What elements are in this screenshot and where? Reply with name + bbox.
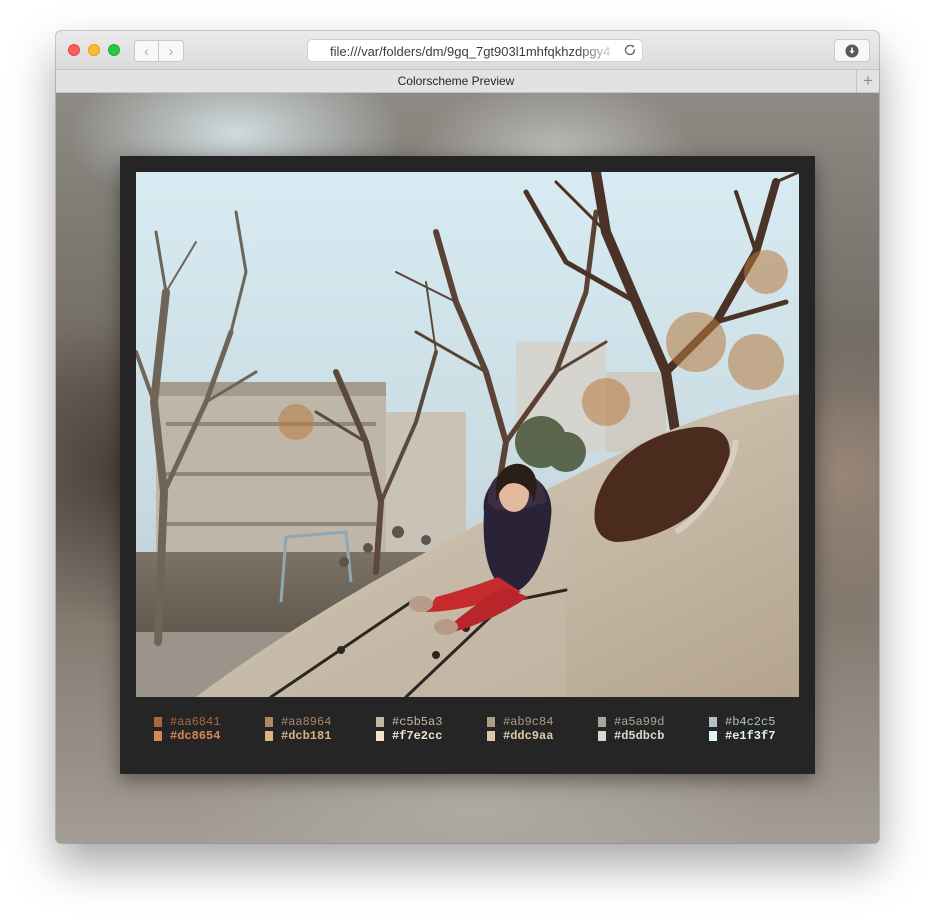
preview-panel: #aa6841 #dc8654 #aa8964 #dcb181 #c5b5a3 … — [120, 156, 815, 774]
palette-column: #c5b5a3 #f7e2cc — [376, 715, 476, 743]
page-content: #aa6841 #dc8654 #aa8964 #dcb181 #c5b5a3 … — [56, 93, 879, 843]
palette-column: #a5a99d #d5dbcb — [598, 715, 698, 743]
color-hex: #ddc9aa — [503, 729, 554, 743]
chevron-right-icon: › — [168, 43, 174, 59]
color-hex: #f7e2cc — [392, 729, 443, 743]
minimize-window-button[interactable] — [88, 44, 100, 56]
palette-bright-item: #e1f3f7 — [709, 729, 809, 743]
color-hex: #c5b5a3 — [392, 715, 443, 729]
new-tab-button[interactable]: + — [856, 70, 879, 92]
color-swatch — [709, 731, 717, 741]
palette-normal-item: #ab9c84 — [487, 715, 587, 729]
plus-icon: + — [863, 71, 873, 90]
tab-bar: Colorscheme Preview + — [56, 70, 879, 93]
palette-column: #b4c2c5 #e1f3f7 — [709, 715, 809, 743]
color-swatch — [709, 717, 717, 727]
zoom-window-button[interactable] — [108, 44, 120, 56]
color-hex: #aa6841 — [170, 715, 221, 729]
palette-column: #aa8964 #dcb181 — [265, 715, 365, 743]
tab-title[interactable]: Colorscheme Preview — [56, 74, 856, 88]
color-swatch — [154, 731, 162, 741]
color-hex: #dc8654 — [170, 729, 221, 743]
palette-bright-item: #f7e2cc — [376, 729, 476, 743]
close-window-button[interactable] — [68, 44, 80, 56]
palette-column: #aa6841 #dc8654 — [154, 715, 254, 743]
title-bar: ‹ › file:///var/folders/dm/9gq_7gt903l1m… — [56, 31, 879, 70]
color-hex: #a5a99d — [614, 715, 665, 729]
palette-normal-item: #c5b5a3 — [376, 715, 476, 729]
palette-bright-item: #ddc9aa — [487, 729, 587, 743]
palette-bright-item: #dc8654 — [154, 729, 254, 743]
color-hex: #dcb181 — [281, 729, 332, 743]
back-button[interactable]: ‹ — [134, 40, 159, 62]
address-bar[interactable]: file:///var/folders/dm/9gq_7gt903l1mhfqk… — [307, 39, 643, 62]
palette-bright-item: #dcb181 — [265, 729, 365, 743]
downloads-button[interactable] — [834, 39, 870, 62]
url-text: file:///var/folders/dm/9gq_7gt903l1mhfqk… — [330, 44, 611, 59]
color-swatch — [487, 731, 495, 741]
color-swatch — [376, 731, 384, 741]
color-hex: #e1f3f7 — [725, 729, 776, 743]
color-swatch — [487, 717, 495, 727]
color-hex: #aa8964 — [281, 715, 332, 729]
color-swatch — [598, 731, 606, 741]
palette-normal-item: #aa6841 — [154, 715, 254, 729]
color-palette: #aa6841 #dc8654 #aa8964 #dcb181 #c5b5a3 … — [154, 715, 794, 747]
palette-normal-item: #a5a99d — [598, 715, 698, 729]
palette-column: #ab9c84 #ddc9aa — [487, 715, 587, 743]
browser-window: ‹ › file:///var/folders/dm/9gq_7gt903l1m… — [56, 31, 879, 843]
color-hex: #d5dbcb — [614, 729, 665, 743]
color-swatch — [376, 717, 384, 727]
color-swatch — [598, 717, 606, 727]
preview-photo — [136, 172, 799, 697]
reload-icon[interactable] — [623, 43, 637, 57]
download-icon — [845, 44, 859, 57]
palette-bright-item: #d5dbcb — [598, 729, 698, 743]
photo-image — [136, 172, 799, 697]
forward-button[interactable]: › — [159, 40, 184, 62]
color-hex: #b4c2c5 — [725, 715, 776, 729]
color-swatch — [265, 717, 273, 727]
palette-normal-item: #aa8964 — [265, 715, 365, 729]
chevron-left-icon: ‹ — [144, 43, 149, 59]
color-swatch — [154, 717, 162, 727]
palette-normal-item: #b4c2c5 — [709, 715, 809, 729]
color-swatch — [265, 731, 273, 741]
color-hex: #ab9c84 — [503, 715, 554, 729]
